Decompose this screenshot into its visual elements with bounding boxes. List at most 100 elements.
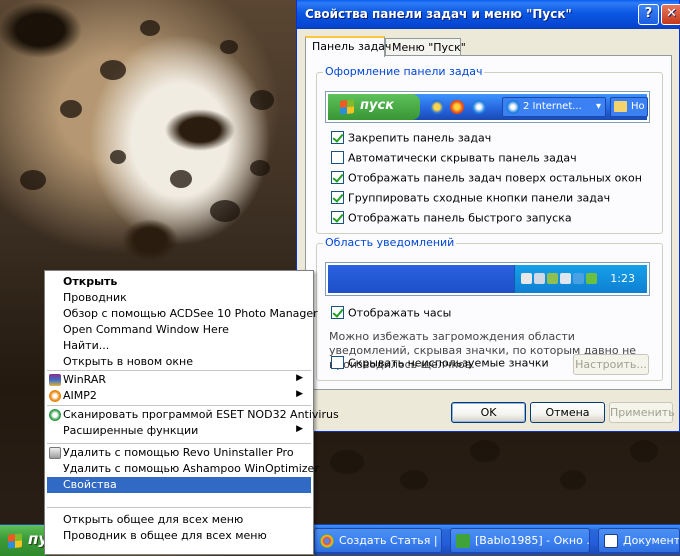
close-icon: ✕ bbox=[666, 6, 677, 21]
menu-item-explorer[interactable]: Проводник bbox=[47, 290, 311, 306]
option-group-buttons[interactable]: Группировать сходные кнопки панели задач bbox=[331, 190, 611, 207]
preview-start-label: пуск bbox=[360, 98, 394, 113]
windows-flag-icon bbox=[8, 533, 22, 549]
word-icon bbox=[604, 534, 618, 548]
menu-item-open[interactable]: Открыть bbox=[47, 274, 311, 290]
help-icon: ? bbox=[644, 6, 653, 21]
media-player-icon bbox=[450, 100, 464, 114]
taskbar-preview: пуск 2 Internet... ▾ Но bbox=[325, 91, 650, 123]
option-autohide[interactable]: Автоматически скрывать панель задач bbox=[331, 150, 577, 167]
customize-button[interactable]: Настроить... bbox=[573, 354, 649, 375]
option-label: Закрепить панель задач bbox=[348, 131, 492, 145]
tray-preview: 1:23 bbox=[325, 262, 650, 296]
tab-start-menu[interactable]: Меню "Пуск" bbox=[385, 38, 466, 56]
taskbar-button-chrome[interactable]: Создать Статья | ... bbox=[314, 528, 442, 553]
checkbox[interactable] bbox=[331, 210, 344, 224]
menu-item-label: Open Command Window Here bbox=[63, 323, 229, 336]
preview-task-folder: Но bbox=[610, 97, 648, 117]
dialog-titlebar[interactable]: Свойства панели задач и меню "Пуск" ? ✕ bbox=[297, 0, 680, 29]
menu-item-label: Свойства bbox=[63, 478, 117, 491]
task-label: [Bablo1985] - Окно ... bbox=[475, 534, 590, 547]
checkbox[interactable] bbox=[331, 190, 344, 204]
menu-item-command-window[interactable]: Open Command Window Here bbox=[47, 322, 311, 338]
preview-folder-label: Но bbox=[631, 101, 645, 112]
apply-button[interactable]: Применить bbox=[609, 402, 675, 423]
tray-app-icon bbox=[573, 273, 584, 284]
tray-clock: 1:23 bbox=[610, 272, 635, 285]
tray-app-icon bbox=[586, 273, 597, 284]
menu-item-explore-all-users[interactable]: Проводник в общее для всех меню bbox=[47, 528, 311, 544]
menu-item-acdsee[interactable]: Обзор с помощью ACDSee 10 Photo Manager bbox=[47, 306, 318, 322]
submenu-arrow-icon: ▶ bbox=[296, 424, 303, 434]
menu-item-label: Найти... bbox=[63, 339, 110, 352]
chevron-down-icon: ▾ bbox=[595, 101, 601, 112]
tab-label: Панель задач bbox=[312, 40, 392, 53]
close-button[interactable]: ✕ bbox=[661, 4, 680, 25]
ie-icon bbox=[430, 100, 444, 114]
preview-task-ie: 2 Internet... ▾ bbox=[502, 97, 606, 117]
menu-item-ashampoo[interactable]: Удалить с помощью Ashampoo WinOptimizer bbox=[47, 461, 319, 477]
help-button[interactable]: ? bbox=[638, 4, 659, 25]
option-label: Скрывать неиспользуемые значки bbox=[348, 356, 549, 370]
option-lock-taskbar[interactable]: Закрепить панель задач bbox=[331, 130, 492, 147]
option-label: Отображать панель быстрого запуска bbox=[348, 211, 572, 225]
ie-icon-2 bbox=[472, 100, 486, 114]
option-always-on-top[interactable]: Отображать панель задач поверх остальных… bbox=[331, 170, 642, 187]
tab-taskbar[interactable]: Панель задач bbox=[305, 36, 391, 57]
option-label: Группировать сходные кнопки панели задач bbox=[348, 191, 611, 205]
option-show-clock[interactable]: Отображать часы bbox=[331, 305, 451, 322]
checkbox[interactable] bbox=[331, 150, 344, 164]
button-label: Настроить... bbox=[575, 358, 647, 371]
ie-icon-3 bbox=[506, 100, 520, 114]
ok-button[interactable]: OK bbox=[451, 402, 526, 423]
menu-item-winrar[interactable]: WinRAR ▶ bbox=[47, 372, 311, 388]
checkbox[interactable] bbox=[331, 305, 344, 319]
menu-item-revo-uninstall[interactable]: Удалить с помощью Revo Uninstaller Pro bbox=[47, 445, 311, 461]
option-hide-inactive-icons[interactable]: Скрывать неиспользуемые значки bbox=[331, 355, 549, 372]
menu-item-properties[interactable]: Свойства bbox=[47, 477, 311, 493]
menu-item-open-new-window[interactable]: Открыть в новом окне bbox=[47, 354, 311, 370]
start-context-menu: Открыть Проводник Обзор с помощью ACDSee… bbox=[44, 270, 339, 555]
group-title: Оформление панели задач bbox=[323, 65, 485, 78]
menu-item-extended[interactable]: Расширенные функции ▶ bbox=[47, 423, 311, 439]
menu-item-label: Удалить с помощью Ashampoo WinOptimizer bbox=[63, 462, 319, 475]
preview-start-button: пуск bbox=[328, 94, 420, 120]
menu-separator bbox=[47, 443, 311, 444]
tray-app-icon bbox=[534, 273, 545, 284]
tray-app-icon bbox=[547, 273, 558, 284]
taskbar-button-chat[interactable]: [Bablo1985] - Окно ... bbox=[450, 528, 590, 553]
menu-item-aimp2[interactable]: AIMP2 ▶ bbox=[47, 388, 311, 404]
menu-item-label: Удалить с помощью Revo Uninstaller Pro bbox=[63, 446, 294, 459]
taskbar-appearance-group: Оформление панели задач пуск 2 Internet.… bbox=[316, 65, 663, 234]
menu-separator bbox=[47, 370, 311, 371]
submenu-arrow-icon: ▶ bbox=[296, 389, 303, 399]
option-label: Отображать панель задач поверх остальных… bbox=[348, 171, 642, 185]
taskbar-button-word[interactable]: Документ3 bbox=[598, 528, 680, 553]
folder-icon bbox=[614, 101, 627, 112]
menu-item-label: Проводник bbox=[63, 291, 127, 304]
tab-panel-taskbar: Оформление панели задач пуск 2 Internet.… bbox=[305, 55, 672, 390]
menu-item-find[interactable]: Найти... bbox=[47, 338, 311, 354]
menu-item-label: Сканировать программой ESET NOD32 Antivi… bbox=[63, 408, 339, 421]
cancel-button[interactable]: Отмена bbox=[530, 402, 605, 423]
checkbox[interactable] bbox=[331, 130, 344, 144]
menu-item-label: WinRAR bbox=[63, 373, 107, 386]
button-label: Отмена bbox=[545, 406, 590, 419]
menu-separator bbox=[47, 405, 311, 406]
winrar-icon bbox=[49, 374, 61, 386]
windows-flag-icon bbox=[340, 99, 354, 115]
tray-app-icon bbox=[521, 273, 532, 284]
menu-item-label: Открыть общее для всех меню bbox=[63, 513, 244, 526]
menu-item-open-all-users[interactable]: Открыть общее для всех меню bbox=[47, 512, 311, 528]
menu-item-label: Открыть bbox=[63, 275, 118, 288]
notification-area-group: Область уведомлений 1:23 Отображать часы bbox=[316, 236, 663, 381]
menu-item-eset-scan[interactable]: Сканировать программой ESET NOD32 Antivi… bbox=[47, 407, 339, 423]
taskbar-properties-dialog: Свойства панели задач и меню "Пуск" ? ✕ … bbox=[296, 0, 680, 432]
eset-icon bbox=[49, 409, 61, 421]
menu-item-label: Проводник в общее для всех меню bbox=[63, 529, 267, 542]
menu-item-label: AIMP2 bbox=[63, 389, 97, 402]
checkbox[interactable] bbox=[331, 170, 344, 184]
checkbox[interactable] bbox=[331, 355, 344, 369]
option-quick-launch[interactable]: Отображать панель быстрого запуска bbox=[331, 210, 572, 227]
dialog-title: Свойства панели задач и меню "Пуск" bbox=[305, 7, 572, 21]
